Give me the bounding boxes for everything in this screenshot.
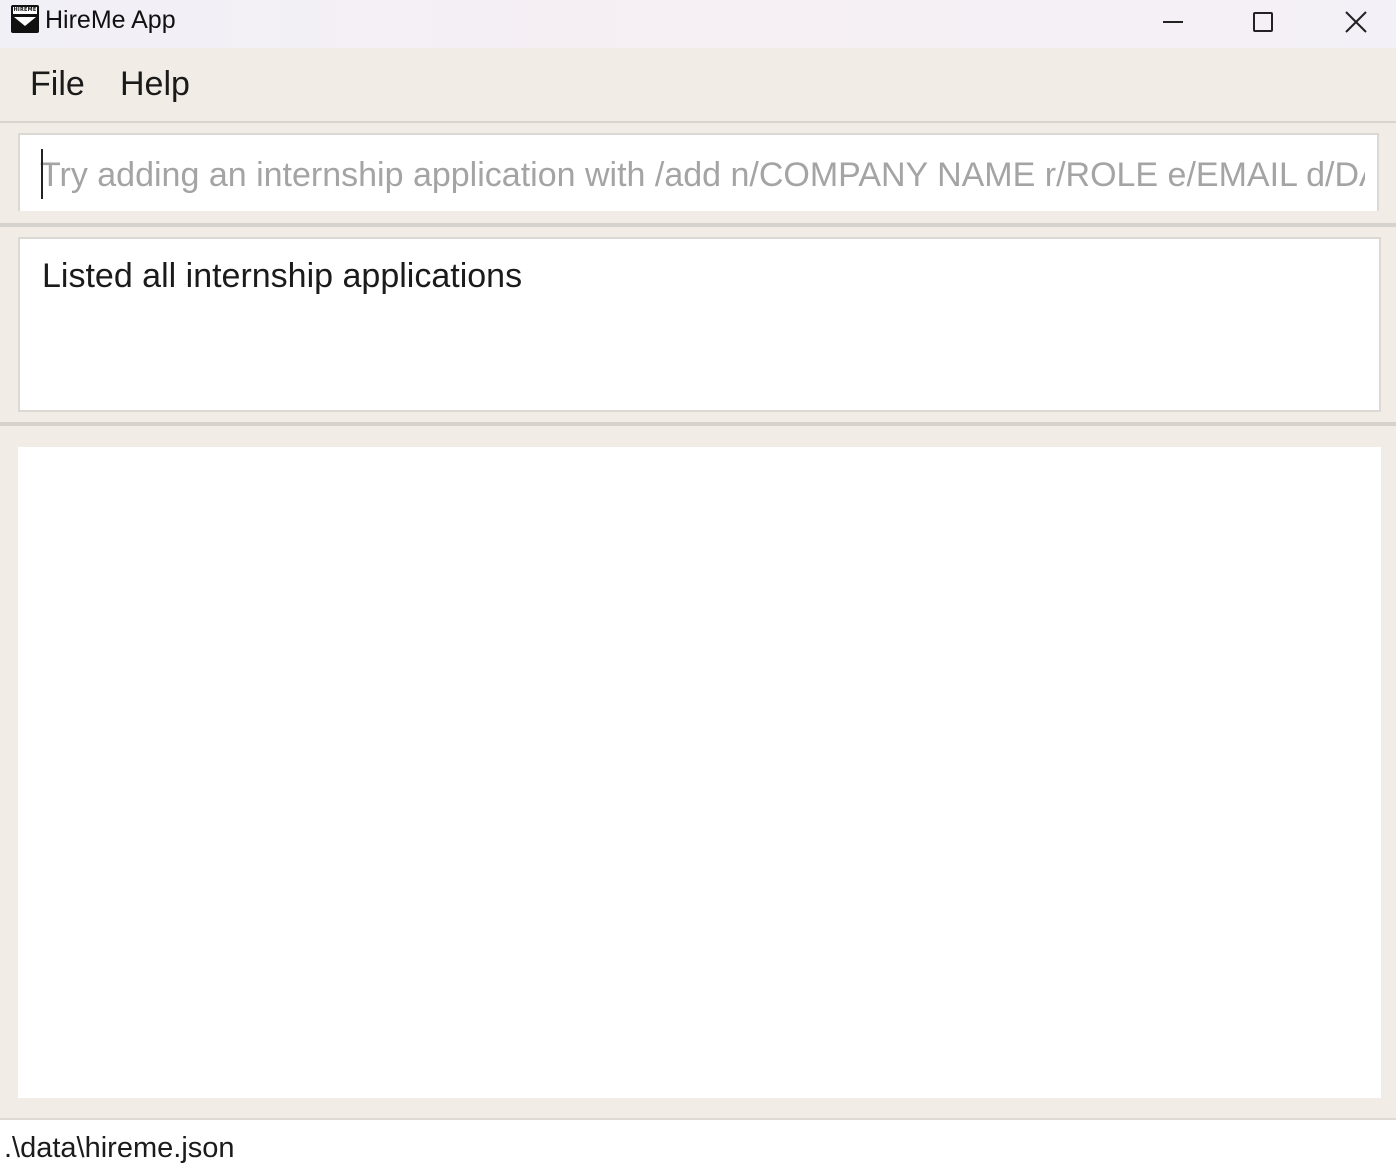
minimize-button[interactable] <box>1127 0 1219 44</box>
result-display: Listed all internship applications <box>18 237 1381 412</box>
close-button[interactable] <box>1310 0 1396 44</box>
maximize-icon <box>1253 12 1273 32</box>
envelope-icon <box>14 17 36 26</box>
maximize-button[interactable] <box>1217 0 1309 44</box>
menu-bar: File Help <box>0 48 1396 123</box>
menu-file[interactable]: File <box>30 65 85 104</box>
app-logo-icon: HIREME <box>11 5 39 33</box>
close-icon <box>1345 11 1367 33</box>
split-pane-divider[interactable] <box>0 223 1396 227</box>
split-pane-divider[interactable] <box>0 422 1396 426</box>
minimize-icon <box>1163 21 1183 23</box>
app-window: HIREME HireMe App File Help Listed all i… <box>0 0 1396 1166</box>
window-title: HireMe App <box>45 6 176 34</box>
application-list[interactable] <box>18 447 1381 1098</box>
save-file-path: .\data\hireme.json <box>4 1132 235 1164</box>
title-bar[interactable]: HIREME HireMe App <box>0 0 1396 48</box>
status-bar: .\data\hireme.json <box>0 1118 1396 1166</box>
app-logo-label: HIREME <box>13 7 37 14</box>
text-caret <box>41 149 43 199</box>
command-input[interactable] <box>40 149 1365 201</box>
result-message: Listed all internship applications <box>42 257 523 295</box>
menu-help[interactable]: Help <box>120 65 190 104</box>
command-box <box>18 133 1379 211</box>
